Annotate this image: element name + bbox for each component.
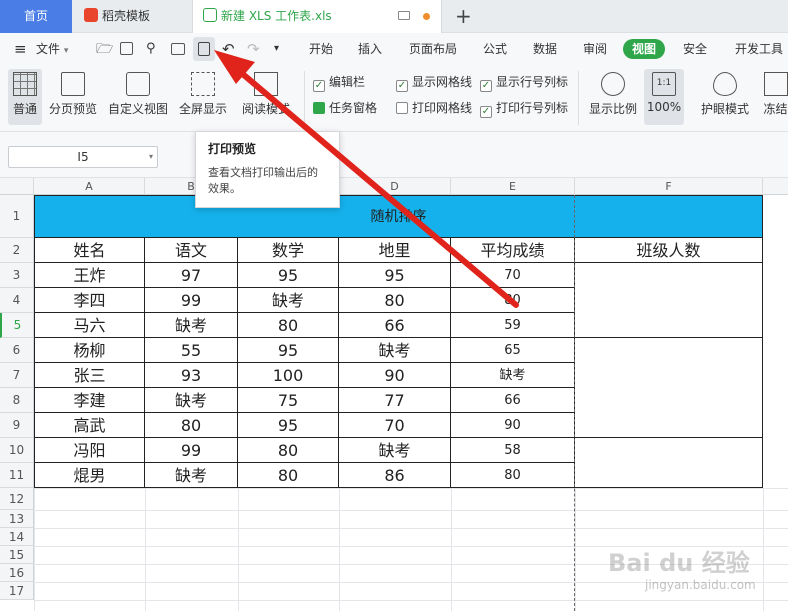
red-arrow-annotation	[214, 50, 519, 308]
watermark-url: jingyan.baidu.com	[645, 578, 756, 592]
watermark-brand: Bai du 经验	[608, 549, 750, 577]
